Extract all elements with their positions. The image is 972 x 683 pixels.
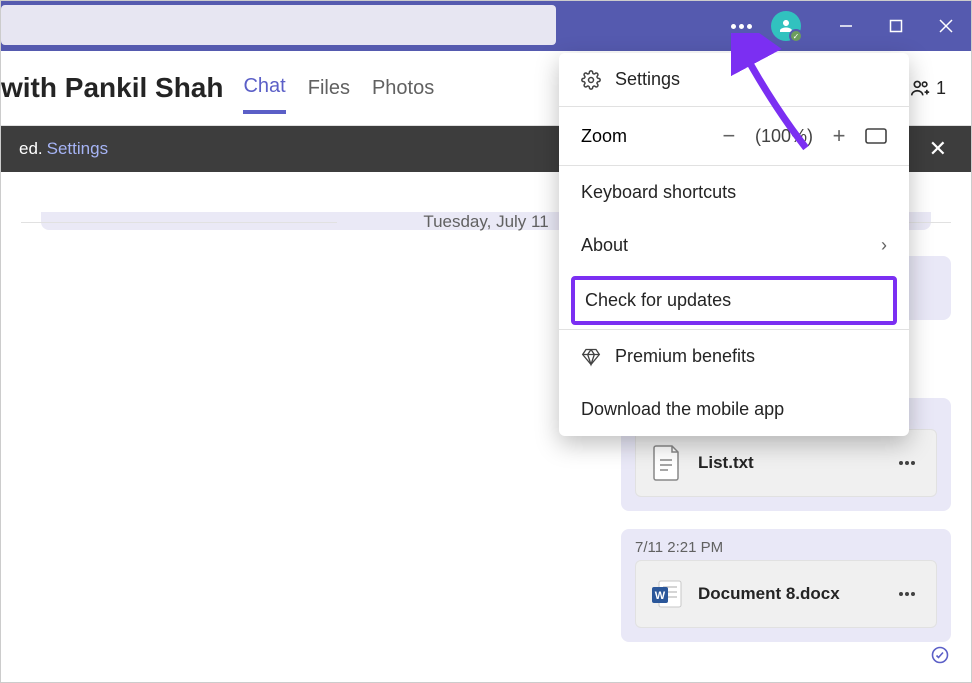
menu-about[interactable]: About › <box>559 219 909 272</box>
gear-icon <box>581 70 601 90</box>
window-maximize-button[interactable] <box>871 1 921 51</box>
zoom-label: Zoom <box>581 126 627 147</box>
chevron-right-icon: › <box>881 235 887 256</box>
menu-keyboard-shortcuts[interactable]: Keyboard shortcuts <box>559 166 909 219</box>
sent-indicator <box>21 646 951 664</box>
people-add-icon <box>909 77 931 99</box>
presence-available-icon: ✓ <box>789 29 803 43</box>
diamond-icon <box>581 347 601 367</box>
docx-file-icon: W <box>650 573 684 615</box>
fullscreen-icon[interactable] <box>865 128 887 144</box>
notice-settings-link[interactable]: Settings <box>47 139 108 159</box>
menu-label: Settings <box>615 69 680 90</box>
check-circle-icon <box>931 646 949 664</box>
overflow-menu: Settings Zoom − (100%) + Keyboard shortc… <box>559 53 909 436</box>
menu-settings[interactable]: Settings <box>559 53 909 106</box>
message-timestamp: 7/11 2:21 PM <box>635 539 937 556</box>
zoom-in-button[interactable]: + <box>827 123 851 149</box>
notice-text: ed. <box>19 139 43 159</box>
file-more-button[interactable] <box>892 592 922 596</box>
file-attachment[interactable]: W Document 8.docx <box>635 560 937 628</box>
txt-file-icon <box>650 442 684 484</box>
tab-chat[interactable]: Chat <box>243 63 285 114</box>
more-options-button[interactable] <box>721 24 761 29</box>
menu-zoom: Zoom − (100%) + <box>559 107 909 165</box>
file-more-button[interactable] <box>892 461 922 465</box>
file-name: List.txt <box>698 453 878 473</box>
menu-label: Download the mobile app <box>581 399 784 420</box>
zoom-value: (100%) <box>755 126 813 147</box>
file-name: Document 8.docx <box>698 584 878 604</box>
search-input[interactable] <box>1 5 556 45</box>
svg-text:W: W <box>655 590 666 602</box>
menu-label: Keyboard shortcuts <box>581 182 736 203</box>
menu-download-mobile[interactable]: Download the mobile app <box>559 383 909 436</box>
file-attachment[interactable]: List.txt <box>635 429 937 497</box>
tabs: Chat Files Photos <box>243 63 434 114</box>
tab-photos[interactable]: Photos <box>372 65 434 112</box>
menu-label: About <box>581 235 628 256</box>
participants-count: 1 <box>936 78 946 99</box>
notice-close-button[interactable]: ✕ <box>923 136 953 162</box>
menu-premium-benefits[interactable]: Premium benefits <box>559 330 909 383</box>
avatar[interactable]: ✓ <box>771 11 801 41</box>
menu-label: Premium benefits <box>615 346 755 367</box>
window-close-button[interactable] <box>921 1 971 51</box>
title-bar: ✓ <box>1 1 971 51</box>
window-minimize-button[interactable] <box>821 1 871 51</box>
zoom-out-button[interactable]: − <box>717 123 741 149</box>
chat-title: with Pankil Shah <box>1 72 243 104</box>
message-group: 7/11 2:21 PM W Document 8.docx <box>21 529 951 664</box>
menu-label: Check for updates <box>585 290 731 311</box>
participants-button[interactable]: 1 <box>909 77 946 99</box>
tab-files[interactable]: Files <box>308 65 350 112</box>
menu-check-for-updates[interactable]: Check for updates <box>571 276 897 325</box>
message-bubble[interactable]: 7/11 2:21 PM W Document 8.docx <box>621 529 951 642</box>
